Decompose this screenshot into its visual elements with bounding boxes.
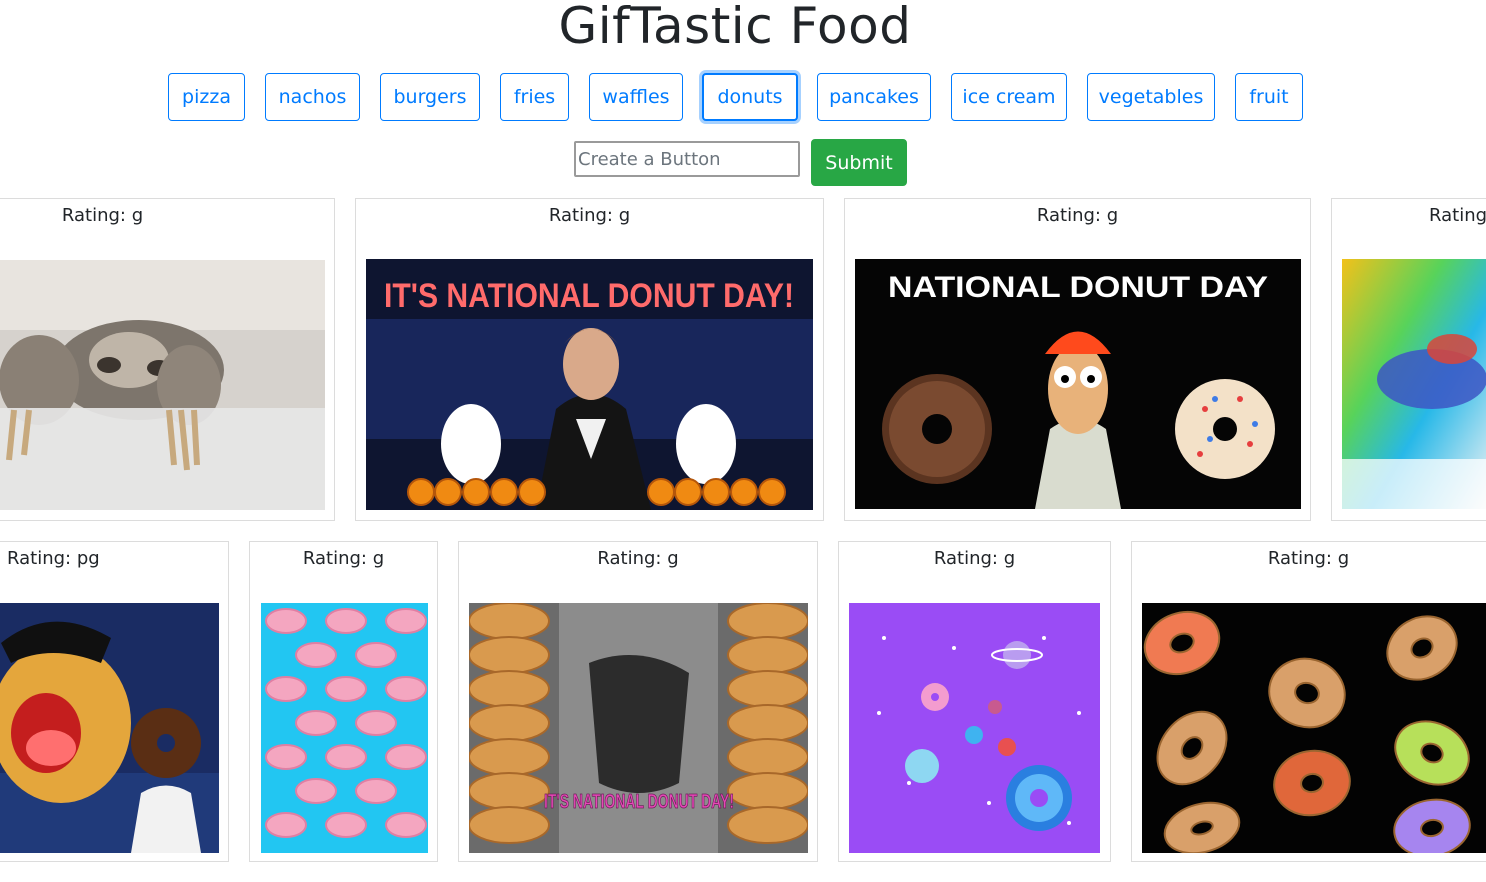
create-button-input[interactable] — [574, 141, 800, 177]
topic-button-fries[interactable]: fries — [500, 73, 569, 121]
topic-button-donuts[interactable]: donuts — [702, 73, 798, 121]
topic-buttons: pizza nachos burgers fries waffles donut… — [0, 73, 1486, 121]
gif-card: Rating — [1331, 198, 1486, 521]
gif-rating: Rating: g — [302, 548, 385, 569]
sloth-gif[interactable] — [0, 260, 325, 510]
gif-rating: Rating: pg — [7, 548, 100, 569]
topic-button-ice-cream[interactable]: ice cream — [951, 73, 1067, 121]
submit-button[interactable]: Submit — [811, 139, 907, 186]
topic-button-burgers[interactable]: burgers — [380, 73, 480, 121]
beaker-donut-gif[interactable]: NATIONAL DONUT DAY — [855, 259, 1301, 509]
gif-caption: IT'S NATIONAL DONUT DAY! — [384, 277, 794, 315]
gif-rating: Rating: g — [1036, 205, 1119, 226]
gif-card: Rating: pg — [0, 541, 229, 862]
gif-rating: Rating — [1429, 205, 1486, 226]
gif-card: Rating: g — [838, 541, 1111, 862]
topic-button-vegetables[interactable]: vegetables — [1087, 73, 1215, 121]
gif-rating: Rating: g — [548, 205, 631, 226]
topic-button-fruit[interactable]: fruit — [1235, 73, 1303, 121]
topic-button-nachos[interactable]: nachos — [265, 73, 360, 121]
gif-caption: IT'S NATIONAL DONUT DAY! — [544, 791, 734, 813]
gif-rating: Rating: g — [1267, 548, 1350, 569]
donut-stack-gif[interactable]: IT'S NATIONAL DONUT DAY! — [469, 603, 808, 853]
gif-card: Rating: g — [249, 541, 438, 862]
topic-button-waffles[interactable]: waffles — [589, 73, 683, 121]
gif-card: Rating: g — [1131, 541, 1486, 862]
gif-rating: Rating: g — [933, 548, 1016, 569]
topic-button-pizza[interactable]: pizza — [168, 73, 245, 121]
glitch-gif[interactable] — [1342, 259, 1486, 509]
donut-pattern-gif[interactable] — [261, 603, 428, 853]
gif-card: Rating: g IT'S NATIONAL DONUT DAY! — [355, 198, 824, 521]
gif-card: Rating: g NATIONAL DONUT DAY — [844, 198, 1311, 521]
cartoon-donut-gif[interactable] — [0, 603, 219, 853]
topic-button-pancakes[interactable]: pancakes — [817, 73, 931, 121]
flying-donuts-gif[interactable] — [1142, 603, 1486, 853]
gif-card: Rating: g IT'S NATIONAL DONUT DAY! — [458, 541, 818, 862]
gif-card: Rating: g — [0, 198, 335, 521]
gif-rating: Rating: g — [597, 548, 679, 569]
gif-caption: NATIONAL DONUT DAY — [888, 271, 1268, 304]
page-title: GifTastic Food — [558, 0, 912, 55]
space-donuts-gif[interactable] — [849, 603, 1100, 853]
national-donut-day-gif[interactable]: IT'S NATIONAL DONUT DAY! — [366, 259, 813, 510]
gif-rating: Rating: g — [61, 205, 144, 226]
